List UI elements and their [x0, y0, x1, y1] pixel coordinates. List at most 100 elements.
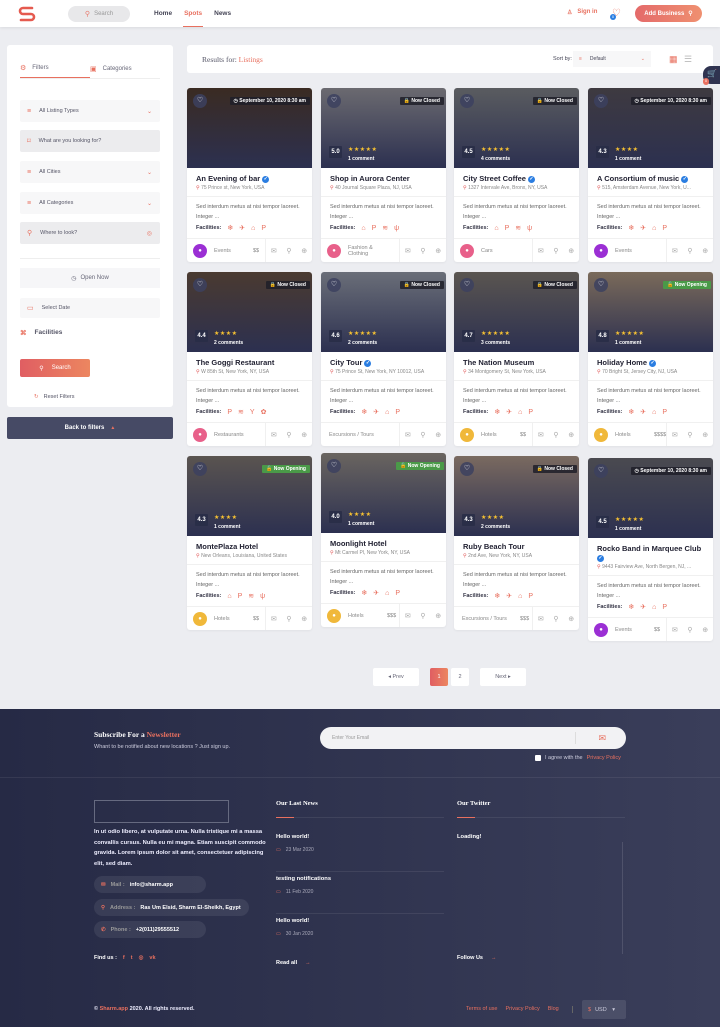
zoom-icon[interactable]: ⊕: [435, 431, 441, 439]
heart-icon[interactable]: ♡: [460, 94, 474, 108]
envelope-icon[interactable]: ✉: [538, 247, 544, 255]
tab-categories[interactable]: ▣ Categories: [90, 59, 160, 78]
listing-type-select[interactable]: ≡ All Listing Types ⌄: [20, 100, 160, 122]
contact-mail[interactable]: ✉ Mail : info@sharm.app: [94, 876, 206, 893]
news-item[interactable]: Hello world! ▭ 23 Mar 2020: [276, 834, 444, 872]
zoom-icon[interactable]: ⊕: [702, 626, 708, 634]
nav-spots[interactable]: Spots: [183, 0, 204, 27]
currency-select[interactable]: $ USD ▾: [582, 1000, 626, 1019]
map-pin-icon[interactable]: ⚲: [553, 615, 558, 623]
listing-image[interactable]: ♡ ◷ September 10, 2020 8:30 am 4.5 ★★★★★…: [588, 458, 713, 538]
back-to-filters-button[interactable]: Back to filters ▲: [7, 417, 173, 439]
tab-filters[interactable]: ⚙ Filters: [20, 59, 90, 78]
instagram-icon[interactable]: ◎: [139, 955, 144, 961]
listing-image[interactable]: ♡ 🔒 Now Closed 4.6 ★★★★★ 2 comments: [321, 272, 446, 352]
heart-icon[interactable]: ♡: [327, 278, 341, 292]
map-pin-icon[interactable]: ⚲: [286, 615, 291, 623]
envelope-icon[interactable]: ✉: [405, 247, 411, 255]
news-item[interactable]: Hello world! ▭ 30 Jan 2020: [276, 918, 444, 956]
category-label[interactable]: Excursions / Tours: [329, 432, 389, 438]
cart-button[interactable]: 🛒 0: [703, 66, 720, 85]
sign-in-link[interactable]: ♙ Sign in: [567, 9, 597, 16]
listing-image[interactable]: ♡ 🔒 Now Closed 4.7 ★★★★★ 3 comments: [454, 272, 579, 352]
open-now-toggle[interactable]: ◷ Open Now: [20, 268, 160, 288]
read-all-link[interactable]: Read all →: [276, 960, 311, 966]
privacy-link[interactable]: Privacy Policy: [505, 1006, 539, 1012]
envelope-icon[interactable]: ✉: [271, 247, 277, 255]
listing-title[interactable]: Moonlight Hotel: [330, 539, 437, 548]
listing-card[interactable]: ♡ ◷ September 10, 2020 8:30 am An Evenin…: [187, 88, 312, 262]
map-pin-icon[interactable]: ⚲: [286, 247, 291, 255]
listing-card[interactable]: ♡ ◷ September 10, 2020 8:30 am 4.3 ★★★★ …: [588, 88, 713, 262]
category-label[interactable]: Events: [615, 627, 655, 633]
envelope-icon[interactable]: ✉: [672, 626, 678, 634]
listing-title[interactable]: The Nation Museum: [463, 358, 570, 367]
heart-icon[interactable]: ♡: [594, 94, 608, 108]
listing-image[interactable]: ♡ ◷ September 10, 2020 8:30 am 4.3 ★★★★ …: [588, 88, 713, 168]
zoom-icon[interactable]: ⊕: [435, 612, 441, 620]
envelope-icon[interactable]: ✉: [538, 615, 544, 623]
map-pin-icon[interactable]: ⚲: [286, 431, 291, 439]
category-select[interactable]: ≡ All Categories ⌄: [20, 192, 160, 214]
map-pin-icon[interactable]: ⚲: [553, 247, 558, 255]
zoom-icon[interactable]: ⊕: [301, 615, 307, 623]
listing-card[interactable]: ♡ 🔓 Now Opening 4.3 ★★★★ 1 comment Monte…: [187, 456, 312, 630]
sort-select[interactable]: ≡ Default ⌄: [573, 51, 651, 67]
listing-image[interactable]: ♡ 🔓 Now Opening 4.8 ★★★★★ 1 comment: [588, 272, 713, 352]
map-pin-icon[interactable]: ⚲: [420, 247, 425, 255]
listing-title[interactable]: Holiday Home ✓: [597, 358, 704, 367]
logo-icon[interactable]: [17, 5, 37, 23]
envelope-icon[interactable]: ✉: [672, 431, 678, 439]
terms-link[interactable]: Terms of use: [466, 1006, 497, 1012]
page-2-button[interactable]: 2: [451, 668, 469, 686]
listing-image[interactable]: ♡ 🔒 Now Closed 4.5 ★★★★★ 4 comments: [454, 88, 579, 168]
envelope-icon[interactable]: ✉: [598, 727, 606, 749]
listing-image[interactable]: ♡ 🔓 Now Opening 4.0 ★★★★ 1 comment: [321, 453, 446, 533]
vk-icon[interactable]: vk: [149, 955, 155, 961]
list-view-icon[interactable]: ☰: [684, 54, 692, 65]
category-label[interactable]: Restaurants: [214, 432, 254, 438]
listing-card[interactable]: ♡ 🔒 Now Closed 4.6 ★★★★★ 2 comments City…: [321, 272, 446, 446]
listing-title[interactable]: A Consortium of music ✓: [597, 174, 704, 183]
envelope-icon[interactable]: ✉: [672, 247, 678, 255]
listing-card[interactable]: ♡ 🔓 Now Opening 4.0 ★★★★ 1 comment Moonl…: [321, 453, 446, 627]
heart-icon[interactable]: ♡: [460, 278, 474, 292]
zoom-icon[interactable]: ⊕: [568, 615, 574, 623]
listing-image[interactable]: ♡ ◷ September 10, 2020 8:30 am: [187, 88, 312, 168]
heart-icon[interactable]: ♡: [594, 278, 608, 292]
listing-title[interactable]: Rocko Band in Marquee Club ✓: [597, 544, 704, 562]
listing-card[interactable]: ♡ 🔒 Now Closed 4.4 ★★★★ 2 comments The G…: [187, 272, 312, 446]
news-item[interactable]: testing notifications ▭ 11 Feb 2020: [276, 876, 444, 914]
category-label[interactable]: Excursions / Tours: [462, 616, 522, 622]
twitter-scrollbar[interactable]: [622, 842, 623, 954]
listing-card[interactable]: ♡ 🔒 Now Closed 4.3 ★★★★ 2 comments Ruby …: [454, 456, 579, 630]
listing-card[interactable]: ♡ ◷ September 10, 2020 8:30 am 4.5 ★★★★★…: [588, 458, 713, 641]
envelope-icon[interactable]: ✉: [271, 431, 277, 439]
listing-card[interactable]: ♡ 🔒 Now Closed 4.5 ★★★★★ 4 comments City…: [454, 88, 579, 262]
category-label[interactable]: Hotels: [348, 613, 388, 619]
heart-icon[interactable]: ♡: [327, 459, 341, 473]
heart-icon[interactable]: ♡: [327, 94, 341, 108]
listing-card[interactable]: ♡ 🔒 Now Closed 4.7 ★★★★★ 3 comments The …: [454, 272, 579, 446]
heart-icon[interactable]: ♡: [193, 462, 207, 476]
listing-card[interactable]: ♡ 🔒 Now Closed 5.0 ★★★★★ 1 comment Shop …: [321, 88, 446, 262]
zoom-icon[interactable]: ⊕: [568, 247, 574, 255]
heart-icon[interactable]: ♡: [193, 278, 207, 292]
category-label[interactable]: Events: [214, 248, 254, 254]
listing-title[interactable]: An Evening of bar ✓: [196, 174, 303, 183]
zoom-icon[interactable]: ⊕: [301, 247, 307, 255]
listing-title[interactable]: City Tour ✓: [330, 358, 437, 367]
map-pin-icon[interactable]: ⚲: [687, 626, 692, 634]
map-pin-icon[interactable]: ⚲: [553, 431, 558, 439]
prev-page-button[interactable]: ◂ Prev: [373, 668, 419, 686]
zoom-icon[interactable]: ⊕: [301, 431, 307, 439]
zoom-icon[interactable]: ⊕: [702, 247, 708, 255]
category-label[interactable]: Fashion & Clothing: [348, 245, 388, 257]
keyword-input[interactable]: ⌑ What are you looking for?: [20, 130, 160, 152]
privacy-policy-link[interactable]: Privacy Policy: [587, 755, 621, 761]
location-input[interactable]: ⚲ Where to look? ◎: [20, 222, 160, 244]
agree-checkbox[interactable]: [535, 755, 541, 761]
map-pin-icon[interactable]: ⚲: [420, 431, 425, 439]
contact-phone[interactable]: ✆ Phone : +2(011)29555512: [94, 921, 206, 938]
follow-us-link[interactable]: Follow Us →: [457, 955, 496, 961]
